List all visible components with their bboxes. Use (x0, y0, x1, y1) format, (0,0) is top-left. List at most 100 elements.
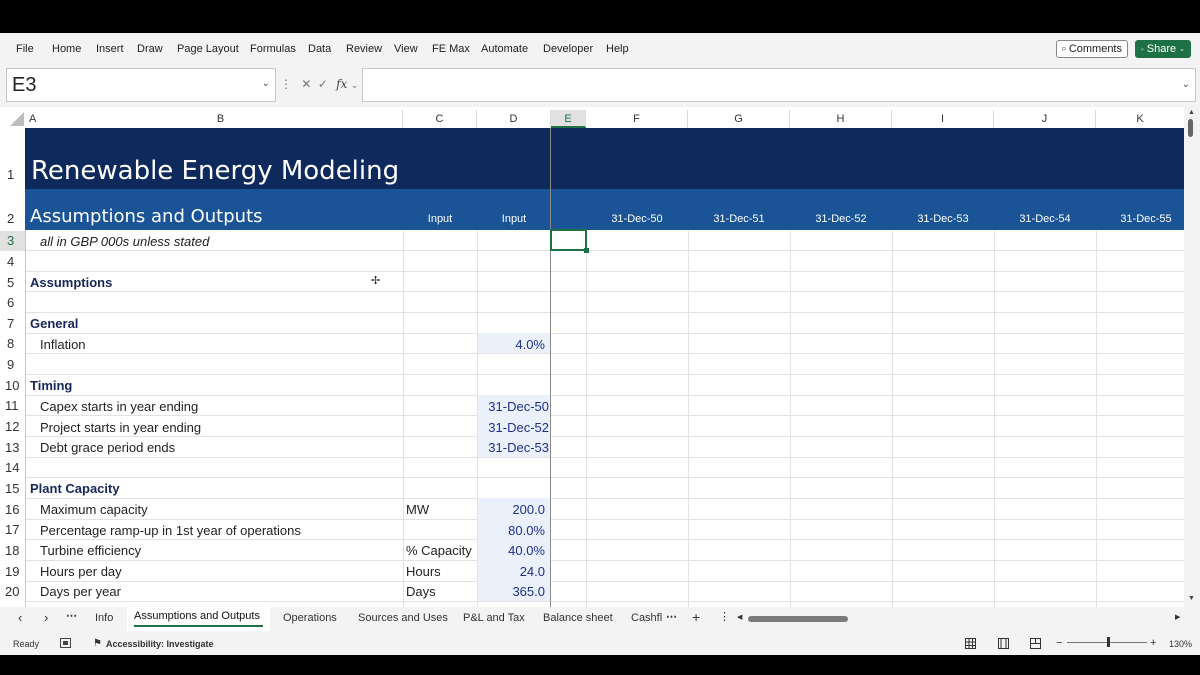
name-box[interactable]: E3 ⌄ (6, 68, 276, 102)
row-header-8[interactable]: 8 (0, 336, 25, 351)
days-value[interactable]: 365.0 (478, 584, 545, 599)
comment-icon (1062, 47, 1066, 51)
column-header-b[interactable]: B (38, 110, 403, 128)
tab-cashflow[interactable]: Cashfl (631, 612, 662, 624)
row-header-14[interactable]: 14 (0, 460, 25, 475)
scroll-right-icon[interactable]: ▶ (1175, 613, 1180, 621)
row-header-2[interactable]: 2 (0, 211, 25, 226)
comments-button[interactable]: Comments (1056, 40, 1128, 58)
debt-value[interactable]: 31-Dec-53 (478, 440, 549, 455)
menu-data[interactable]: Data (308, 43, 331, 55)
menu-developer[interactable]: Developer (543, 43, 593, 55)
normal-view-icon[interactable] (965, 638, 976, 649)
row-header-13[interactable]: 13 (0, 440, 25, 455)
row-header-6[interactable]: 6 (0, 295, 25, 310)
row-header-5[interactable]: 5 (0, 275, 25, 290)
tab-assumptions-and-outputs[interactable]: Assumptions and Outputs (127, 607, 270, 631)
accessibility-icon[interactable]: ⚑ (93, 638, 102, 649)
zoom-in-icon[interactable]: + (1150, 637, 1156, 649)
insert-function-button[interactable]: fx (336, 77, 347, 91)
column-header-c[interactable]: C (403, 110, 477, 128)
zoom-level[interactable]: 130% (1169, 639, 1192, 649)
add-sheet-icon[interactable]: + (692, 609, 700, 625)
scroll-up-icon[interactable]: ▲ (1188, 109, 1195, 116)
row-header-10[interactable]: 10 (0, 378, 25, 393)
column-header-d[interactable]: D (477, 110, 551, 128)
zoom-slider-thumb[interactable] (1107, 637, 1110, 647)
tab-sources-and-uses[interactable]: Sources and Uses (358, 612, 448, 624)
row-header-3[interactable]: 3 (0, 231, 25, 251)
ramp-up-value[interactable]: 80.0% (478, 523, 545, 538)
row-header-15[interactable]: 15 (0, 481, 25, 496)
zoom-out-icon[interactable]: − (1056, 637, 1062, 649)
row-header-11[interactable]: 11 (0, 398, 25, 413)
more-tabs-icon[interactable]: ⋯ (666, 610, 677, 623)
page-break-view-icon[interactable] (1030, 638, 1041, 649)
page-layout-view-icon[interactable] (998, 638, 1009, 649)
chevron-down-icon[interactable]: ⌄ (351, 80, 359, 90)
comments-label: Comments (1068, 43, 1122, 55)
row-header-18[interactable]: 18 (0, 543, 25, 558)
more-icon[interactable]: ⋮ (280, 77, 292, 91)
menu-formulas[interactable]: Formulas (250, 43, 296, 55)
worksheet-grid[interactable]: A B C D E F G H I J K 1 2 3 4 5 6 7 8 9 … (0, 107, 1200, 607)
row-header-19[interactable]: 19 (0, 564, 25, 579)
row-header-1[interactable]: 1 (0, 167, 25, 182)
menu-page-layout[interactable]: Page Layout (177, 43, 239, 55)
column-header-f[interactable]: F (586, 110, 688, 128)
scroll-thumb[interactable] (1188, 119, 1193, 137)
menu-home[interactable]: Home (52, 43, 81, 55)
menu-insert[interactable]: Insert (96, 43, 124, 55)
scroll-down-icon[interactable]: ▼ (1188, 595, 1195, 602)
tab-info[interactable]: Info (95, 612, 113, 624)
row-header-7[interactable]: 7 (0, 316, 25, 331)
enter-icon[interactable]: ✓ (318, 77, 328, 91)
column-header-g[interactable]: G (688, 110, 790, 128)
next-sheet-icon[interactable]: › (44, 610, 48, 625)
scroll-left-icon[interactable]: ◀ (737, 613, 742, 621)
accessibility-status[interactable]: Accessibility: Investigate (106, 639, 214, 649)
row-header-12[interactable]: 12 (0, 419, 25, 434)
select-all-icon[interactable] (10, 112, 24, 126)
more-sheets-icon[interactable]: ⋯ (66, 609, 77, 622)
tab-balance-sheet[interactable]: Balance sheet (543, 612, 613, 624)
menu-view[interactable]: View (394, 43, 418, 55)
vertical-scrollbar[interactable]: ▲ ▼ (1184, 107, 1200, 607)
chevron-down-icon[interactable]: ⌄ (262, 78, 270, 89)
menu-review[interactable]: Review (346, 43, 382, 55)
row-header-9[interactable]: 9 (0, 357, 25, 372)
prev-sheet-icon[interactable]: ‹ (18, 610, 22, 625)
tab-split-handle-icon[interactable]: ⋮ (719, 610, 730, 623)
hours-value[interactable]: 24.0 (478, 564, 545, 579)
share-button[interactable]: Share ⌄ (1135, 40, 1191, 58)
inflation-label: Inflation (40, 337, 86, 352)
row-header-17[interactable]: 17 (0, 522, 25, 537)
inflation-value[interactable]: 4.0% (478, 337, 545, 352)
menu-file[interactable]: File (16, 43, 34, 55)
row-header-16[interactable]: 16 (0, 502, 25, 517)
row-header-4[interactable]: 4 (0, 254, 25, 269)
turbine-value[interactable]: 40.0% (478, 543, 545, 558)
max-capacity-value[interactable]: 200.0 (478, 502, 545, 517)
tab-pl-and-tax[interactable]: P&L and Tax (463, 612, 525, 624)
menu-fe-max[interactable]: FE Max (432, 43, 470, 55)
column-header-i[interactable]: I (892, 110, 994, 128)
menu-help[interactable]: Help (606, 43, 629, 55)
expand-icon[interactable]: ⌄ (1182, 79, 1190, 90)
column-header-k[interactable]: K (1096, 110, 1184, 128)
horizontal-scroll-thumb[interactable] (748, 616, 848, 622)
cancel-icon[interactable]: ✕ (301, 77, 311, 91)
formula-input[interactable]: ⌄ (362, 68, 1196, 102)
column-header-e[interactable]: E (551, 110, 586, 128)
project-value[interactable]: 31-Dec-52 (478, 420, 549, 435)
capex-value[interactable]: 31-Dec-50 (478, 399, 549, 414)
fill-handle[interactable] (584, 248, 589, 253)
selected-cell-e3[interactable] (550, 229, 587, 251)
column-header-h[interactable]: H (790, 110, 892, 128)
menu-draw[interactable]: Draw (137, 43, 163, 55)
column-header-j[interactable]: J (994, 110, 1096, 128)
macro-record-icon[interactable] (60, 638, 71, 648)
menu-automate[interactable]: Automate (481, 43, 528, 55)
tab-operations[interactable]: Operations (283, 612, 337, 624)
row-header-20[interactable]: 20 (0, 584, 25, 599)
